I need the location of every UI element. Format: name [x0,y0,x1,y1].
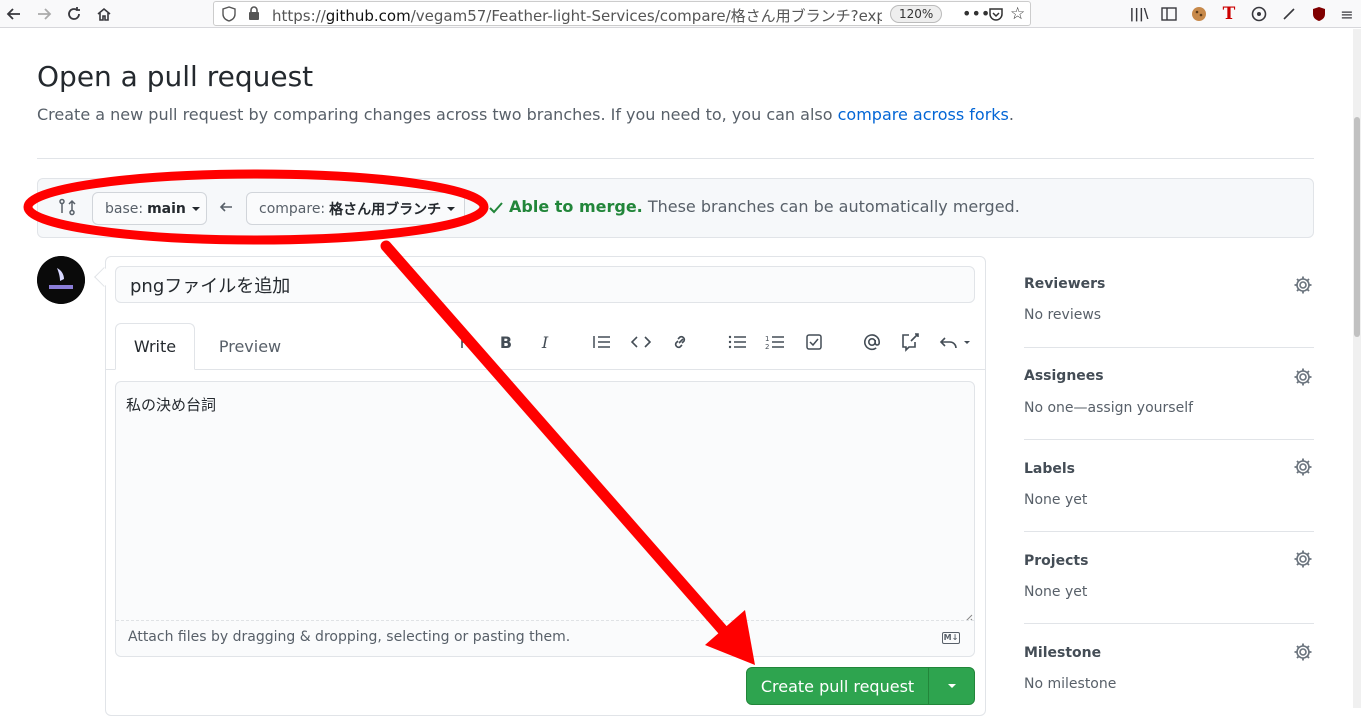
svg-text:1: 1 [765,335,769,343]
heading-icon[interactable] [454,330,478,354]
pocket-icon[interactable] [988,6,1004,26]
task-list-icon[interactable] [802,330,826,354]
chevron-down-icon [947,684,956,688]
extension-cookie-icon[interactable] [1188,3,1210,25]
lock-icon[interactable] [248,6,260,25]
sidebar-labels-title: Labels [1024,461,1076,477]
sidebar-assignees-title: Assignees [1024,368,1104,384]
bold-icon[interactable]: B [494,330,518,354]
arrow-left-icon [218,199,234,219]
quote-icon[interactable] [590,330,614,354]
forward-icon[interactable] [33,3,55,25]
sidebar-milestone-value: No milestone [1024,676,1117,692]
create-pull-request-dropdown[interactable] [928,667,975,705]
tab-preview[interactable]: Preview [205,323,295,370]
extension-t-icon[interactable]: T [1218,3,1240,25]
sidebar-divider [1024,623,1314,624]
ublock-icon[interactable] [1308,3,1330,25]
assignees-gear-icon[interactable] [1293,367,1315,389]
unordered-list-icon[interactable] [725,330,749,354]
title-input[interactable] [115,266,975,303]
sidebar-milestone-title: Milestone [1024,645,1102,661]
base-branch-select[interactable]: base: main [92,192,207,225]
extension-pen-icon[interactable] [1278,3,1300,25]
more-actions-icon[interactable]: ••• [962,4,990,23]
home-icon[interactable] [93,3,115,25]
saved-replies-icon[interactable] [938,330,972,354]
menu-icon[interactable]: ≡ [1336,3,1358,25]
scrollbar-thumb[interactable] [1354,117,1360,337]
page-subtitle: Create a new pull request by comparing c… [37,105,1014,124]
zoom-indicator[interactable]: 120% [890,5,943,23]
merge-status: Able to merge. These branches can be aut… [509,197,1020,216]
browser-toolbar: https://github.com/vegam57/Feather-light… [0,0,1361,28]
mention-icon[interactable] [860,330,884,354]
tab-write[interactable]: Write [115,323,195,370]
sidebar-divider [1024,347,1314,348]
italic-icon[interactable]: I [533,330,557,354]
sidebar-reviewers-title: Reviewers [1024,276,1106,292]
sidebar-divider [1024,531,1314,532]
bookmark-star-icon[interactable]: ☆ [1010,4,1025,24]
compare-arrows-icon [58,198,76,220]
page-title: Open a pull request [37,60,314,93]
svg-text:2: 2 [765,343,769,350]
sidebar-reviewers-value: No reviews [1024,307,1102,323]
reload-icon[interactable] [63,3,85,25]
sidebar-projects-value: None yet [1024,584,1088,600]
markdown-icon[interactable]: M↓ [942,632,960,644]
check-icon [488,200,504,219]
shield-icon[interactable] [222,6,236,26]
branch-range-editor: base: main compare: 格さん用ブランチ Able to merge… [37,178,1314,238]
sidebar-labels-value: None yet [1024,492,1088,508]
url-text[interactable]: https://github.com/vegam57/Feather-light… [272,5,882,25]
milestone-gear-icon[interactable] [1293,642,1315,664]
extension-wheel-icon[interactable] [1248,3,1270,25]
labels-gear-icon[interactable] [1293,457,1315,479]
library-icon[interactable]: |||\ [1128,3,1150,25]
body-text[interactable]: 私の決め台詞 [126,394,216,415]
create-pull-request-button[interactable]: Create pull request [746,667,929,705]
sidebar-icon[interactable] [1158,3,1180,25]
reviewers-gear-icon[interactable] [1293,275,1315,297]
cross-reference-icon[interactable] [898,330,922,354]
tabs-divider [105,369,986,370]
compare-forks-link[interactable]: compare across forks [838,105,1009,124]
ordered-list-icon[interactable]: 12 [763,330,787,354]
sidebar-assignees-value[interactable]: No one—assign yourself [1024,400,1193,416]
body-textarea[interactable]: 私の決め台詞 Attach files by dragging & droppi… [115,381,975,657]
sidebar-divider [1024,439,1314,440]
compare-branch-select[interactable]: compare: 格さん用ブランチ [246,192,465,225]
code-icon[interactable] [629,330,653,354]
header-divider [37,158,1314,159]
back-icon[interactable] [3,3,25,25]
sidebar-projects-title: Projects [1024,553,1089,569]
avatar[interactable] [37,256,85,304]
attach-files-bar[interactable]: Attach files by dragging & dropping, sel… [116,620,974,656]
url-bar[interactable]: https://github.com/vegam57/Feather-light… [213,1,1031,26]
projects-gear-icon[interactable] [1293,549,1315,571]
link-icon[interactable] [668,330,692,354]
attach-files-text: Attach files by dragging & dropping, sel… [128,629,571,645]
